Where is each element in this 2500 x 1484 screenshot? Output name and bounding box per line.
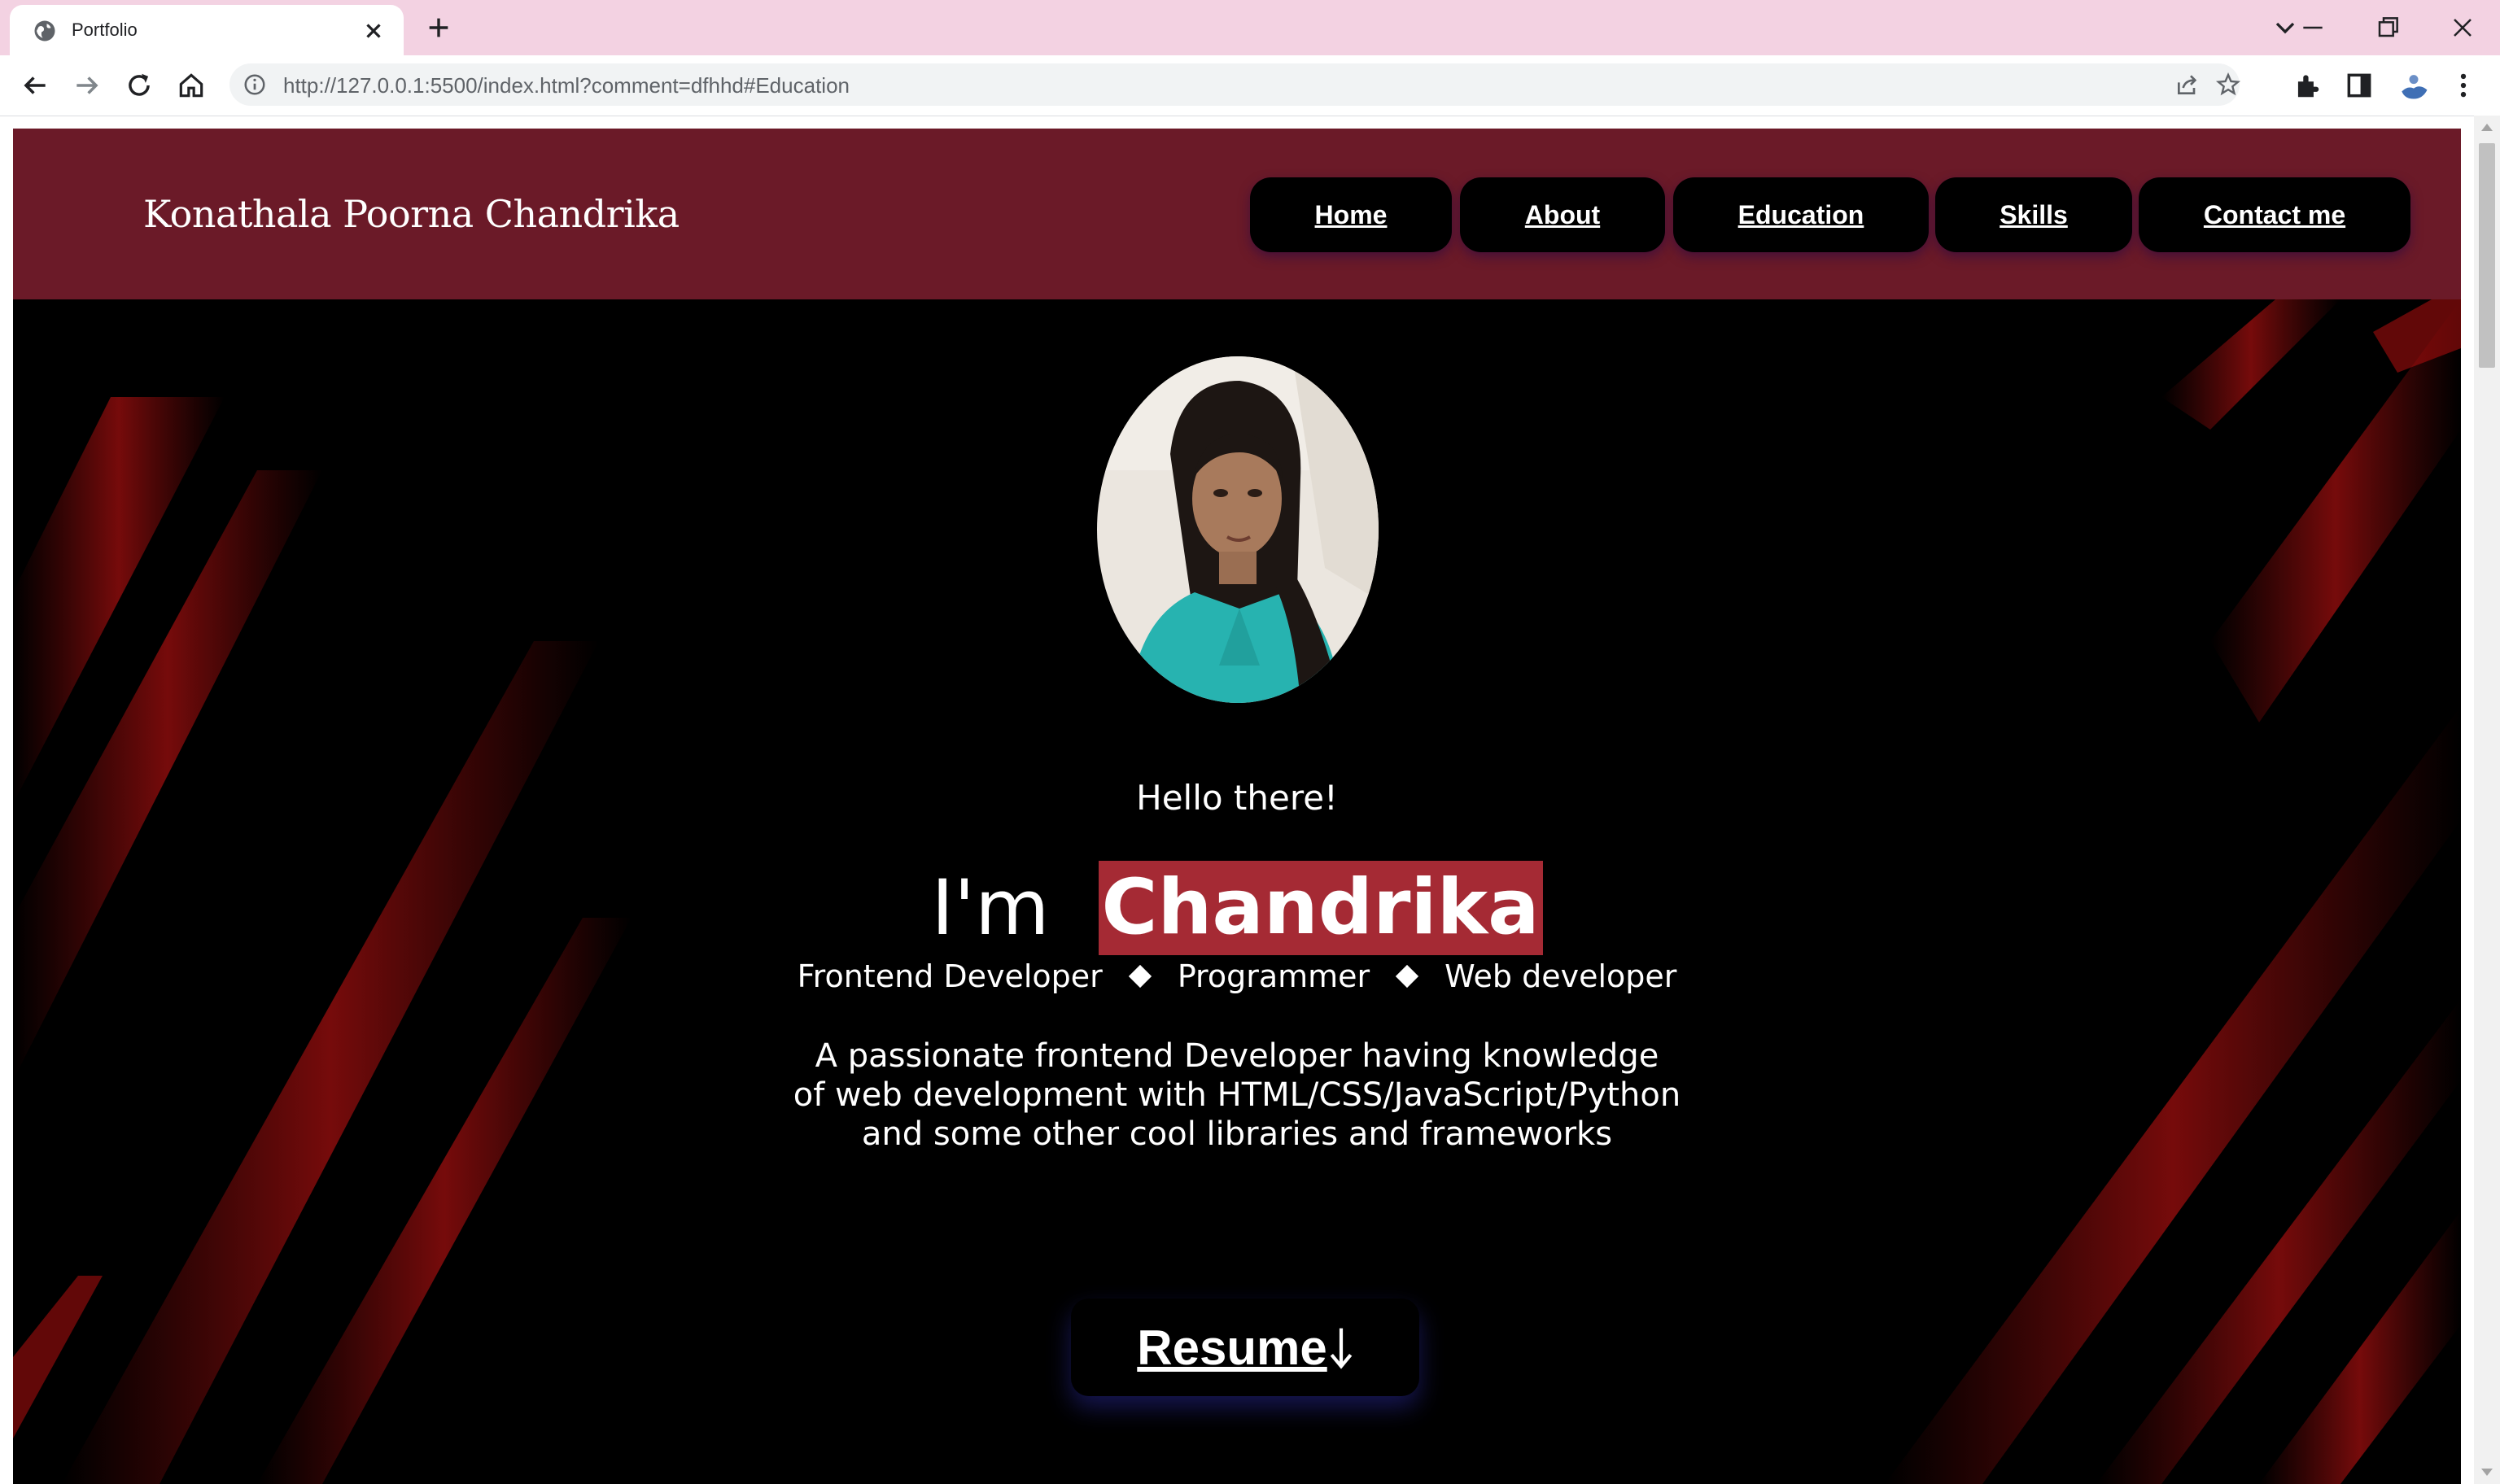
close-tab-icon[interactable]	[361, 19, 386, 43]
reload-icon[interactable]	[124, 70, 155, 101]
back-icon[interactable]	[20, 70, 50, 101]
profile-photo	[1097, 356, 1379, 703]
scroll-thumb[interactable]	[2479, 143, 2495, 368]
url-text: http://127.0.0.1:5500/index.html?comment…	[283, 73, 850, 98]
nav-home[interactable]: Home	[1250, 177, 1452, 252]
minimize-icon[interactable]	[2297, 11, 2329, 44]
home-icon[interactable]	[176, 70, 207, 101]
globe-icon	[34, 20, 55, 41]
resume-download-button[interactable]: Resume	[1071, 1298, 1419, 1396]
site-brand: Konathala Poorna Chandrika	[143, 192, 680, 236]
description: A passionate frontend Developer having k…	[13, 1037, 2461, 1154]
roles-line: Frontend Developer Programmer Web develo…	[13, 958, 2461, 994]
scroll-up-arrow-icon[interactable]	[2481, 124, 2493, 131]
new-tab-icon[interactable]	[425, 14, 452, 41]
nav-skills[interactable]: Skills	[1935, 177, 2132, 252]
restore-icon[interactable]	[2371, 11, 2404, 44]
nav-contact[interactable]: Contact me	[2139, 177, 2410, 252]
page-scrollbar[interactable]	[2474, 116, 2500, 1484]
nav-about[interactable]: About	[1460, 177, 1665, 252]
description-line: of web development with HTML/CSS/JavaScr…	[793, 1076, 1681, 1114]
role-item: Programmer	[1177, 958, 1370, 994]
close-window-icon[interactable]	[2446, 11, 2479, 44]
diamond-separator-icon	[1128, 964, 1152, 989]
name-highlight: Chandrika	[1098, 861, 1543, 955]
site-header: Konathala Poorna Chandrika Home About Ed…	[13, 129, 2461, 299]
profile-avatar-icon[interactable]	[2396, 68, 2432, 103]
greeting-text: Hello there!	[1136, 778, 1338, 818]
scroll-down-arrow-icon[interactable]	[2481, 1469, 2493, 1476]
side-panel-icon[interactable]	[2344, 70, 2375, 101]
extensions-icon[interactable]	[2292, 70, 2323, 101]
hero-section: Hello there! I'm Chandrika Frontend Deve…	[13, 299, 2461, 1484]
name-heading: I'm Chandrika	[13, 861, 2461, 955]
site-info-icon[interactable]	[243, 72, 267, 97]
tab-strip: Portfolio	[0, 0, 2500, 55]
role-item: Frontend Developer	[797, 958, 1103, 994]
download-arrow-icon	[1330, 1328, 1352, 1369]
forward-icon[interactable]	[72, 70, 103, 101]
bookmark-star-icon[interactable]	[2215, 72, 2241, 98]
menu-kebab-icon[interactable]	[2448, 70, 2479, 101]
intro-prefix: I'm	[931, 863, 1050, 953]
browser-toolbar: http://127.0.0.1:5500/index.html?comment…	[0, 55, 2500, 116]
resume-label: Resume	[1137, 1320, 1327, 1375]
nav-education[interactable]: Education	[1673, 177, 1929, 252]
tab-title: Portfolio	[72, 20, 138, 40]
page-viewport: Konathala Poorna Chandrika Home About Ed…	[13, 129, 2461, 1484]
address-bar[interactable]: http://127.0.0.1:5500/index.html?comment…	[229, 63, 2241, 106]
role-item: Web developer	[1444, 958, 1677, 994]
browser-tab[interactable]: Portfolio	[10, 5, 404, 55]
description-line: and some other cool libraries and framew…	[861, 1115, 1613, 1153]
description-line: A passionate frontend Developer having k…	[815, 1037, 1659, 1075]
diamond-separator-icon	[1396, 964, 1419, 989]
share-icon[interactable]	[2174, 72, 2201, 98]
